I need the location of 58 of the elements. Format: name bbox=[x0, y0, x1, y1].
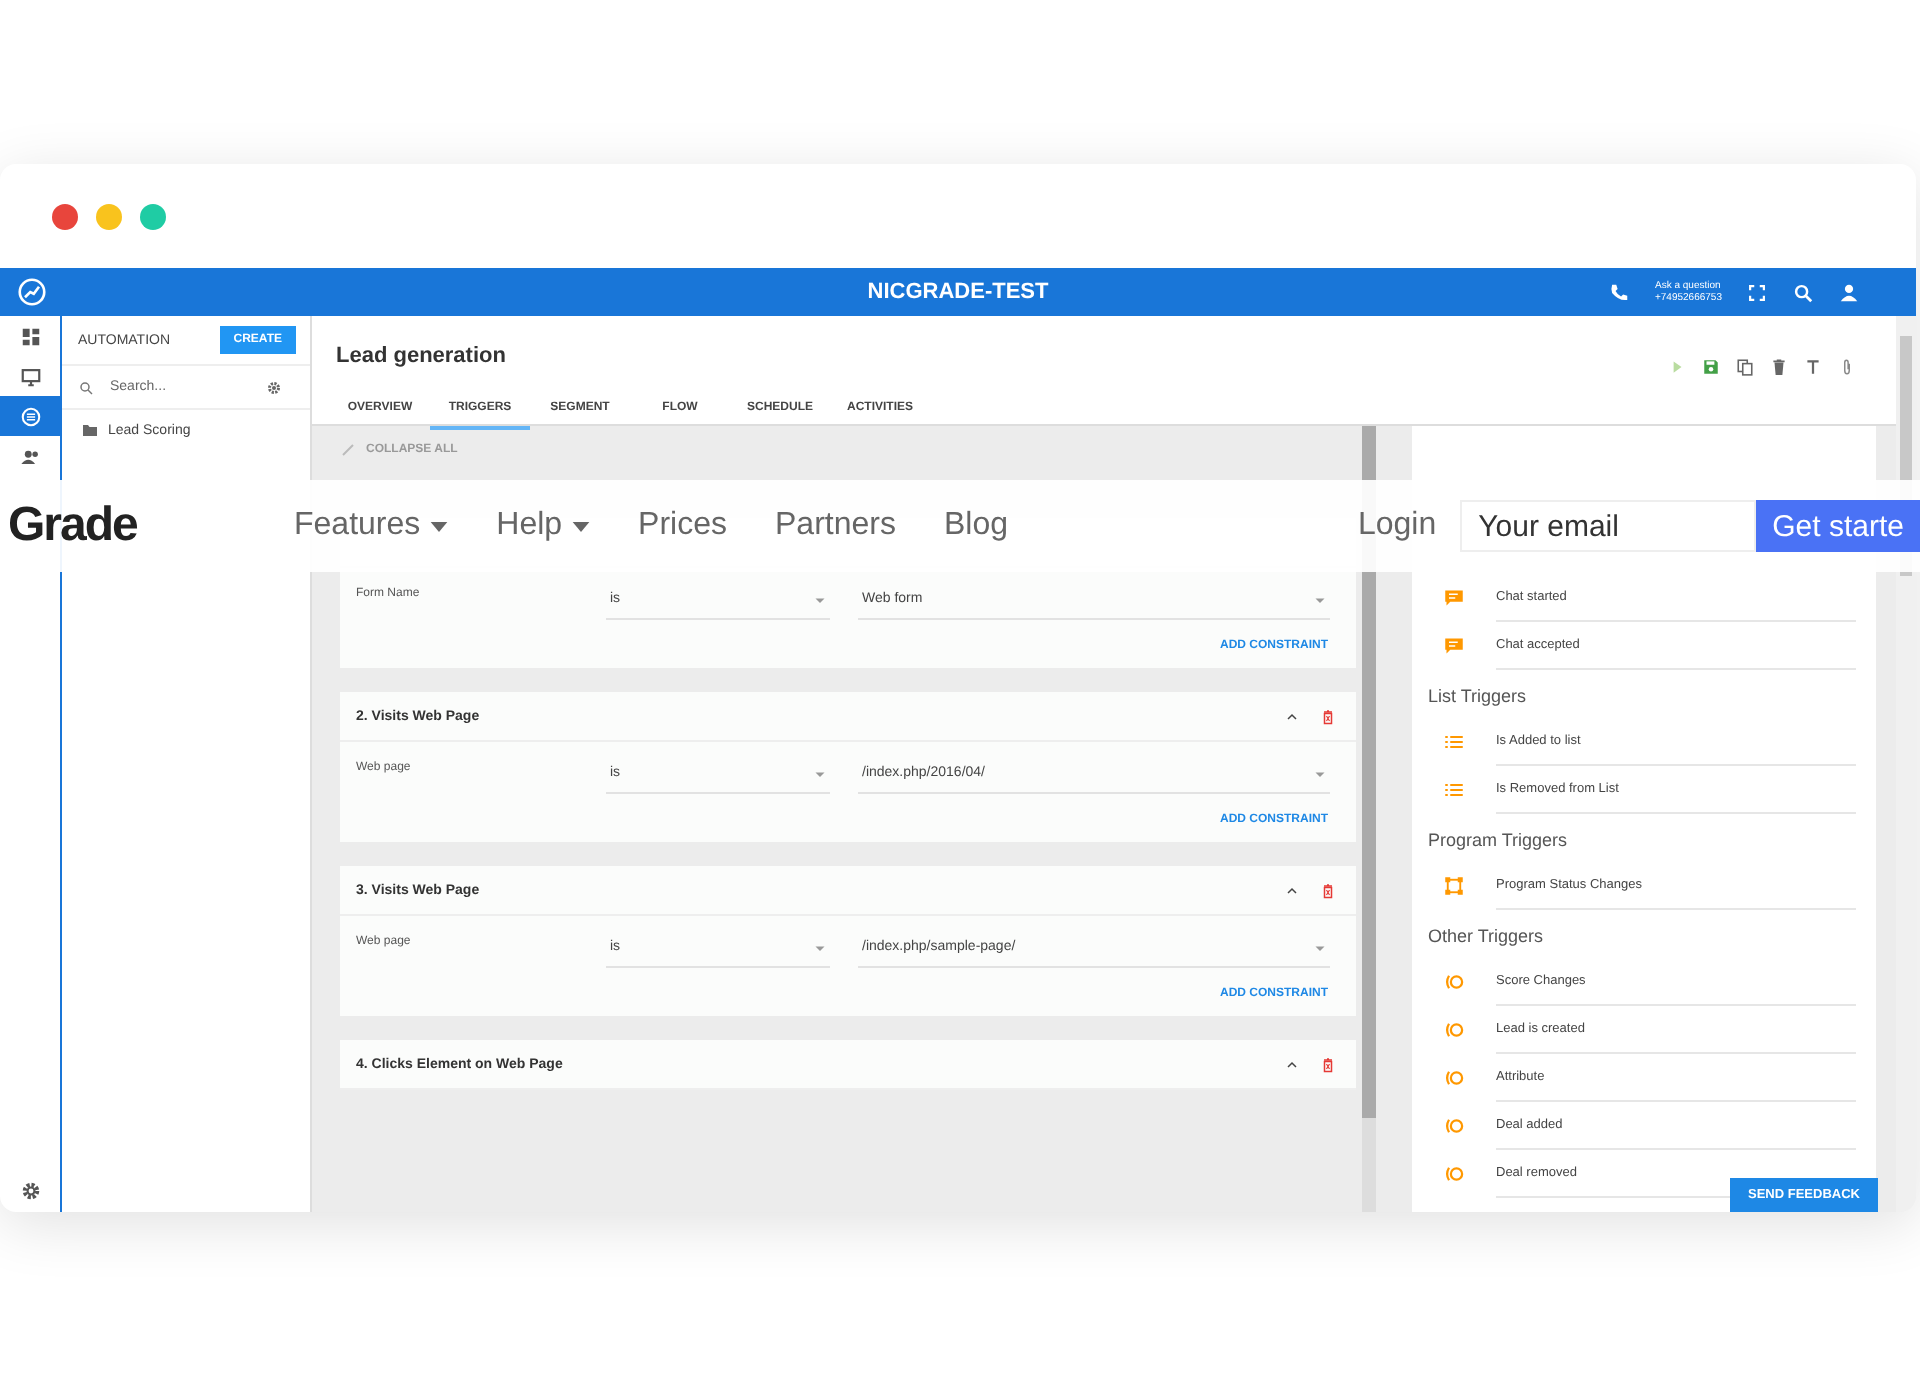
page-title: Lead generation bbox=[336, 343, 506, 367]
nav-link[interactable]: Blog bbox=[943, 508, 1008, 544]
group-heading: Other Triggers bbox=[1428, 924, 1546, 950]
list-icon bbox=[1444, 732, 1464, 752]
automation-nav-item[interactable] bbox=[0, 396, 60, 436]
user-icon[interactable] bbox=[1838, 281, 1860, 303]
settings-icon[interactable] bbox=[19, 1180, 41, 1202]
email-field[interactable]: Your email bbox=[1460, 500, 1757, 552]
login-link[interactable]: Login bbox=[1357, 508, 1437, 544]
group-heading: Program Triggers bbox=[1428, 828, 1570, 854]
pencil-icon bbox=[340, 442, 356, 458]
text-icon[interactable] bbox=[1804, 358, 1822, 376]
minimize-dot[interactable] bbox=[96, 203, 122, 229]
signal-icon bbox=[1444, 972, 1464, 992]
caret-icon bbox=[1314, 593, 1326, 605]
dashboard-icon bbox=[19, 325, 41, 347]
phone-icon[interactable] bbox=[1608, 281, 1631, 303]
caret-icon[interactable] bbox=[572, 521, 591, 531]
monitor-icon bbox=[19, 365, 41, 387]
nav-link[interactable]: Prices bbox=[638, 508, 727, 544]
caret-icon[interactable] bbox=[430, 521, 449, 531]
caret-icon bbox=[814, 941, 826, 953]
caret-icon bbox=[814, 767, 826, 779]
group-heading: List Triggers bbox=[1428, 684, 1529, 710]
settings-icon[interactable] bbox=[266, 379, 282, 395]
chat-icon bbox=[1444, 636, 1464, 656]
folder-icon bbox=[82, 422, 98, 438]
nav-link[interactable]: Partners bbox=[775, 508, 896, 544]
list-icon bbox=[1444, 780, 1464, 800]
app-title: NICGRADE-TEST bbox=[867, 280, 1049, 304]
nav-link[interactable]: Help bbox=[496, 508, 563, 544]
program-icon bbox=[1444, 876, 1464, 896]
signal-icon bbox=[1444, 1116, 1464, 1136]
caret-icon bbox=[1314, 767, 1326, 779]
signal-icon bbox=[1444, 1020, 1464, 1040]
list-circle-icon bbox=[19, 405, 41, 427]
brand-logo[interactable]: Grade bbox=[8, 498, 294, 554]
caret-icon bbox=[814, 593, 826, 605]
caret-icon bbox=[1314, 941, 1326, 953]
logo-icon bbox=[18, 278, 46, 306]
search-icon bbox=[78, 379, 94, 395]
get-started-button[interactable]: Get starte bbox=[1756, 500, 1920, 552]
signal-icon bbox=[1444, 1068, 1464, 1088]
delete-icon[interactable] bbox=[1320, 881, 1336, 899]
people-icon bbox=[19, 445, 41, 467]
delete-icon[interactable] bbox=[1320, 707, 1336, 725]
copy-icon[interactable] bbox=[1736, 358, 1754, 376]
chat-icon bbox=[1444, 588, 1464, 608]
nav-link[interactable]: Features bbox=[294, 508, 421, 544]
save-icon[interactable] bbox=[1702, 358, 1720, 376]
signal-icon bbox=[1444, 1164, 1464, 1184]
trash-icon[interactable] bbox=[1770, 358, 1788, 376]
paperclip-icon[interactable] bbox=[1838, 358, 1856, 376]
maximize-dot[interactable] bbox=[140, 203, 166, 229]
delete-icon[interactable] bbox=[1320, 1055, 1336, 1073]
fullscreen-icon[interactable] bbox=[1746, 281, 1768, 303]
search-icon[interactable] bbox=[1792, 281, 1814, 303]
close-dot[interactable] bbox=[52, 203, 78, 229]
